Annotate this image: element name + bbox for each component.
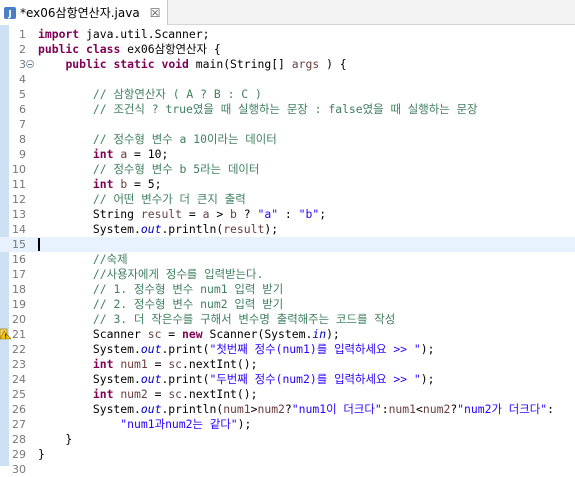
code-line[interactable]: 27 "num1과num2는 같다"); [0, 417, 575, 432]
code-line[interactable]: 9 int a = 10; [0, 147, 575, 162]
code-line[interactable]: 26 System.out.println(num1>num2?"num1이 더… [0, 402, 575, 417]
code-line[interactable]: 17 //사용자에게 정수를 입력받는다. [0, 267, 575, 282]
code-text: public class ex06삼항연산자 { [38, 42, 221, 56]
line-number: 16 [12, 253, 26, 266]
line-number: 17 [12, 268, 26, 281]
close-icon[interactable]: ☒ [150, 6, 161, 20]
code-line[interactable]: 19 // 2. 정수형 변수 num2 입력 받기 [0, 297, 575, 312]
code-text: //사용자에게 정수를 입력받는다. [92, 267, 264, 281]
code-line[interactable]: 7 [0, 117, 575, 132]
editor-tab-bar: J *ex06삼항연산자.java ☒ [0, 0, 575, 25]
text-cursor [38, 238, 40, 251]
line-number: 4 [19, 73, 26, 86]
line-number: 12 [12, 193, 26, 206]
line-number: 1 [19, 28, 26, 41]
line-number: 3 [19, 58, 26, 71]
code-line[interactable]: 6 // 조건식 ? true였을 때 실행하는 문장 : false였을 때 … [0, 102, 575, 117]
code-line[interactable]: 14 System.out.println(result); [0, 222, 575, 237]
code-text: import java.util.Scanner; [38, 27, 210, 41]
code-line[interactable]: 30 [0, 462, 575, 477]
code-text: } [38, 447, 45, 461]
code-text: System.out.print("첫번째 정수(num1)를 입력하세요 >>… [38, 342, 435, 356]
code-line[interactable]: 5 // 삼항연산자 ( A ? B : C ) [0, 87, 575, 102]
line-number: 30 [12, 463, 26, 476]
line-number: 6 [19, 103, 26, 116]
code-line[interactable]: 29} [0, 447, 575, 462]
line-number: 28 [12, 433, 26, 446]
code-text: public static void main(String[] args ) … [65, 57, 347, 71]
code-line[interactable]: 22 System.out.print("첫번째 정수(num1)를 입력하세요… [0, 342, 575, 357]
line-number: 8 [19, 133, 26, 146]
code-line[interactable]: 23 int num1 = sc.nextInt(); [0, 357, 575, 372]
code-line[interactable]: 3 public static void main(String[] args … [0, 57, 575, 72]
code-text: int num1 = sc.nextInt(); [92, 357, 258, 371]
code-line[interactable]: 20 // 3. 더 작은수를 구해서 변수명 출력해주는 코드를 작성 [0, 312, 575, 327]
line-number: 18 [12, 283, 26, 296]
code-line[interactable]: 1 import java.util.Scanner; [0, 27, 575, 42]
code-line[interactable]: 12 // 어떤 변수가 더 큰지 출력 [0, 192, 575, 207]
code-text: int a = 10; [92, 147, 169, 161]
code-text: String result = a > b ? "a" : "b"; [38, 207, 327, 221]
line-number: 14 [12, 223, 26, 236]
line-number: 13 [12, 208, 26, 221]
code-line[interactable]: 25 int num2 = sc.nextInt(); [0, 387, 575, 402]
line-number: 27 [12, 418, 26, 431]
code-editor[interactable]: 1 import java.util.Scanner; 2 public class … [0, 25, 575, 476]
line-number: 10 [12, 163, 26, 176]
line-number: 20 [12, 313, 26, 326]
line-number: 11 [12, 178, 26, 191]
code-line[interactable]: 21 Scanner sc = new Scanner(System.in); [0, 327, 575, 342]
code-text: //숙제 [92, 252, 128, 266]
tab-title: *ex06삼항연산자.java [20, 6, 140, 20]
code-line[interactable]: 28 } [0, 432, 575, 447]
code-line[interactable]: 8 // 정수형 변수 a 10이라는 데이터 [0, 132, 575, 147]
line-number: 29 [12, 448, 26, 461]
code-text: // 삼항연산자 ( A ? B : C ) [92, 87, 262, 101]
code-text: // 3. 더 작은수를 구해서 변수명 출력해주는 코드를 작성 [92, 312, 396, 326]
code-line[interactable]: 2 public class ex06삼항연산자 { [0, 42, 575, 57]
code-line[interactable]: 10 // 정수형 변수 b 5라는 데이터 [0, 162, 575, 177]
code-text: // 1. 정수형 변수 num1 입력 받기 [92, 282, 284, 296]
fold-collapse-icon[interactable] [26, 60, 34, 68]
code-text: // 어떤 변수가 더 큰지 출력 [92, 192, 246, 206]
line-number: 26 [12, 403, 26, 416]
code-text: // 정수형 변수 a 10이라는 데이터 [92, 132, 277, 146]
code-text: int num2 = sc.nextInt(); [92, 387, 258, 401]
code-line[interactable]: 11 int b = 5; [0, 177, 575, 192]
code-line[interactable]: 4 [0, 72, 575, 87]
code-text: // 조건식 ? true였을 때 실행하는 문장 : false였을 때 실행… [92, 102, 478, 116]
line-number: 9 [19, 148, 26, 161]
java-file-icon: J [3, 6, 17, 20]
code-line[interactable]: 15 [0, 237, 575, 252]
code-line[interactable]: 18 // 1. 정수형 변수 num1 입력 받기 [0, 282, 575, 297]
code-text: // 정수형 변수 b 5라는 데이터 [92, 162, 260, 176]
code-text: "num1과num2는 같다"); [120, 417, 252, 431]
code-text: int b = 5; [92, 177, 162, 191]
code-text: } [38, 432, 73, 446]
line-number: 25 [12, 388, 26, 401]
code-text: System.out.println(result); [38, 222, 279, 236]
code-line[interactable]: 16 //숙제 [0, 252, 575, 267]
line-number: 24 [12, 373, 26, 386]
line-number: 15 [12, 238, 26, 251]
code-line[interactable]: 24 System.out.print("두번째 정수(num2)를 입력하세요… [0, 372, 575, 387]
code-text: System.out.print("두번째 정수(num2)를 입력하세요 >>… [38, 372, 435, 386]
line-number: 5 [19, 88, 26, 101]
code-text: // 2. 정수형 변수 num2 입력 받기 [92, 297, 284, 311]
code-line[interactable]: 13 String result = a > b ? "a" : "b"; [0, 207, 575, 222]
line-number: 2 [19, 43, 26, 56]
line-number: 23 [12, 358, 26, 371]
line-number: 7 [19, 118, 26, 131]
line-number: 22 [12, 343, 26, 356]
line-number: 19 [12, 298, 26, 311]
warning-icon[interactable] [0, 328, 12, 340]
svg-text:J: J [7, 9, 11, 19]
line-number: 21 [12, 328, 26, 341]
code-text: Scanner sc = new Scanner(System.in); [38, 327, 340, 341]
code-text: System.out.println(num1>num2?"num1이 더크다"… [38, 402, 554, 416]
editor-tab[interactable]: J *ex06삼항연산자.java ☒ [0, 0, 168, 25]
